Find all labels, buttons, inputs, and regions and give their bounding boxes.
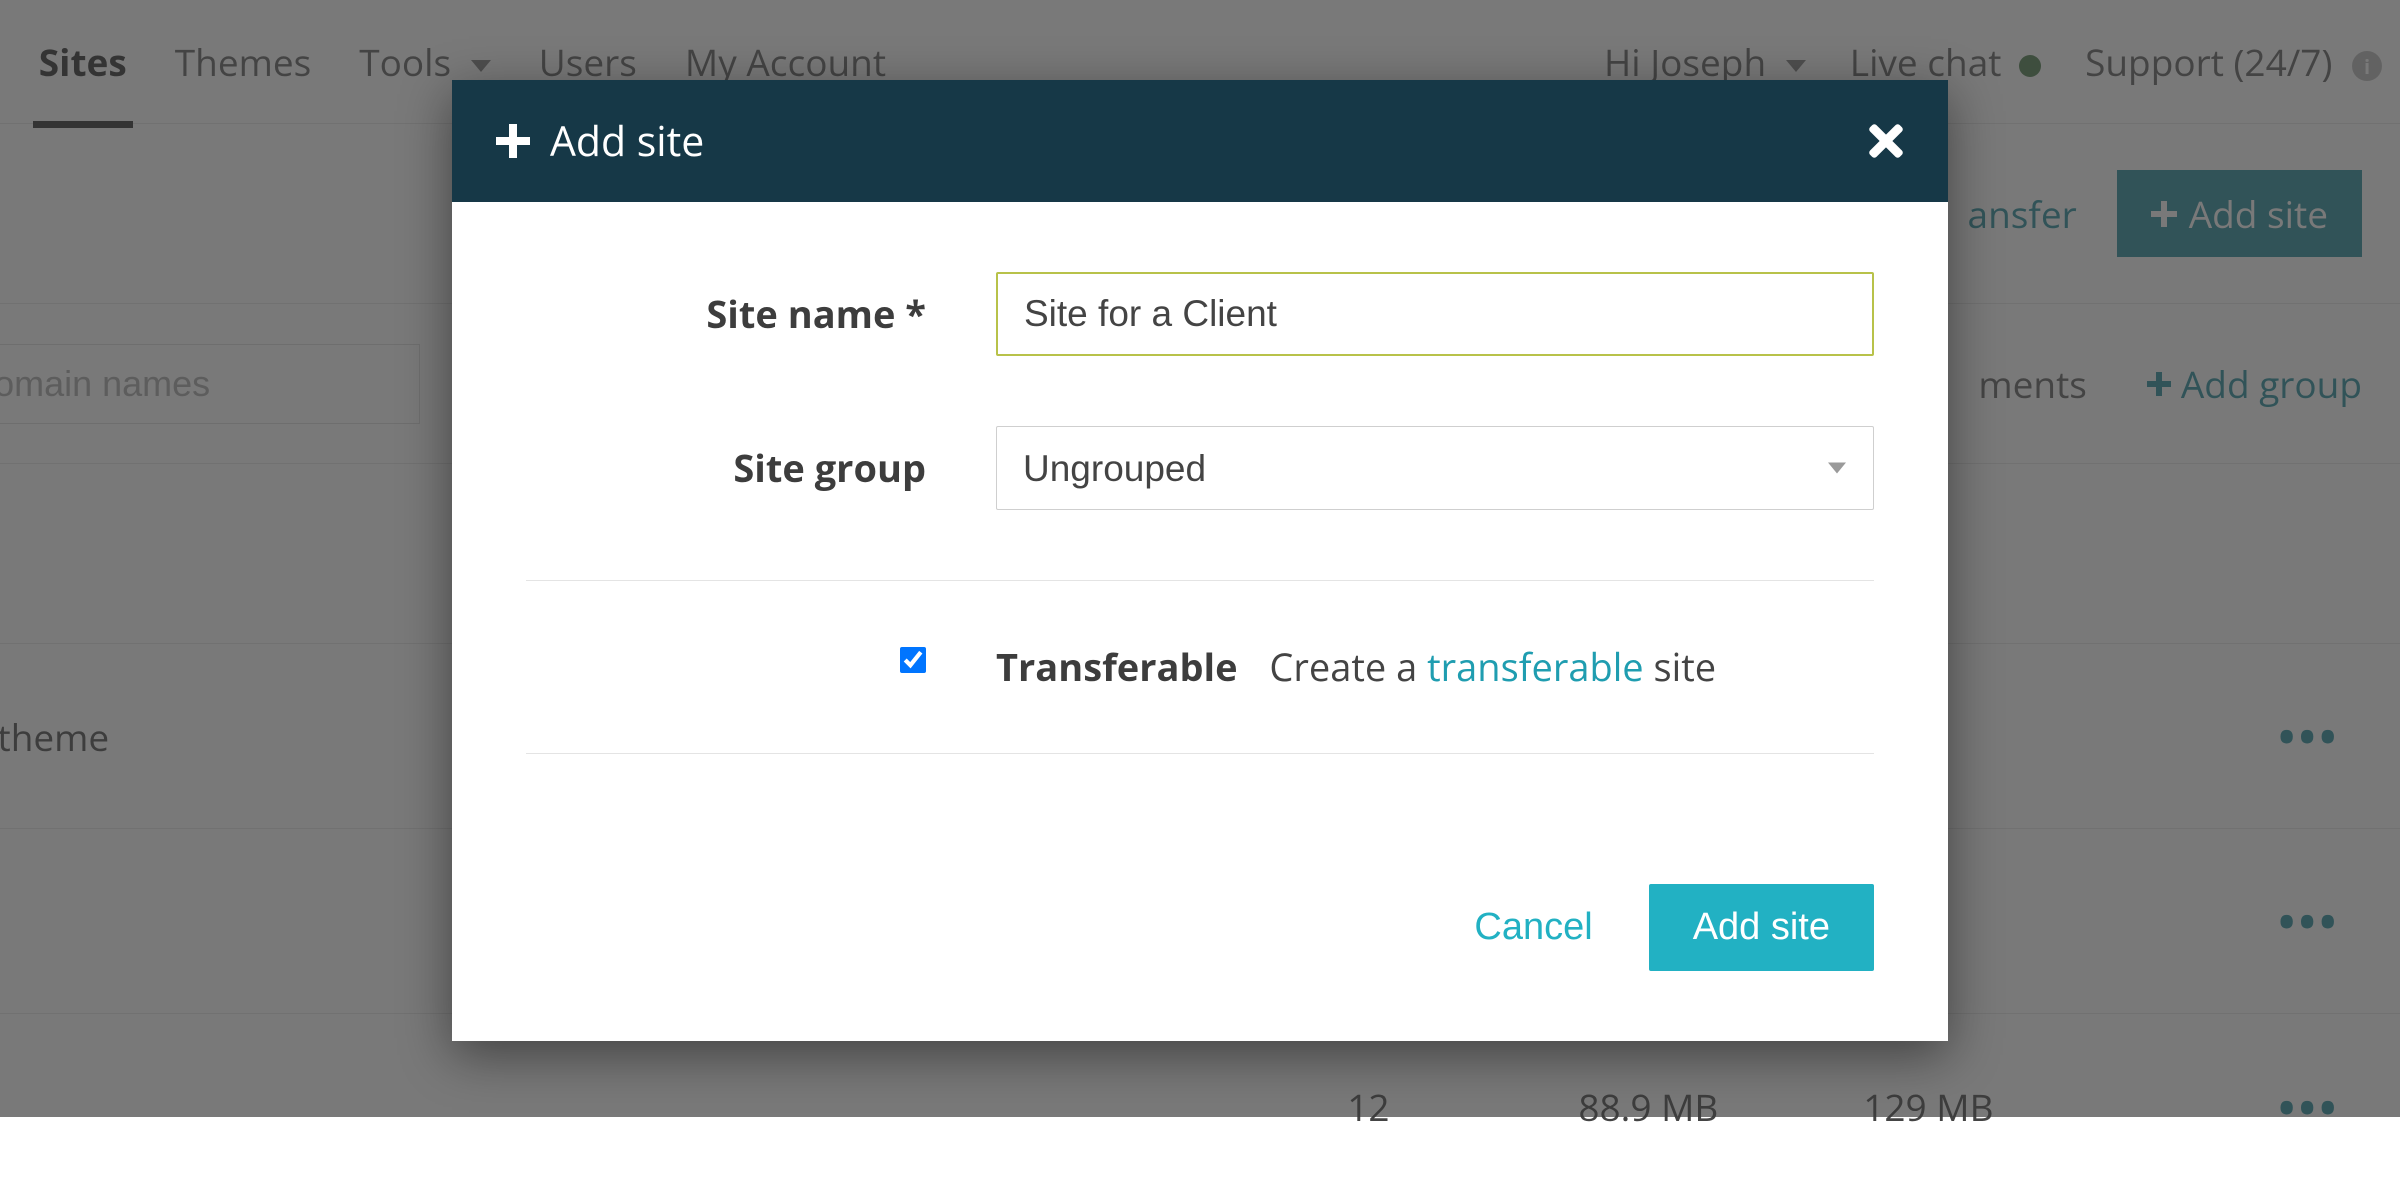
site-name-label: Site name * — [526, 288, 996, 340]
plus-icon — [496, 124, 530, 158]
divider — [526, 753, 1874, 754]
form-row-site-name: Site name * — [526, 272, 1874, 356]
site-group-label: Site group — [526, 442, 996, 494]
modal-footer: Cancel Add site — [452, 854, 1948, 1041]
transferable-post: site — [1644, 641, 1716, 693]
modal-title: Add site — [550, 113, 704, 169]
site-group-select-wrap: Ungrouped — [996, 426, 1874, 510]
transferable-link[interactable]: transferable — [1427, 641, 1644, 693]
close-icon[interactable] — [1868, 123, 1904, 159]
site-group-select[interactable]: Ungrouped — [996, 426, 1874, 510]
site-name-input[interactable] — [996, 272, 1874, 356]
divider — [526, 580, 1874, 581]
modal-body: Site name * Site group Ungrouped — [452, 202, 1948, 854]
transferable-heading: Transferable — [996, 641, 1238, 693]
transferable-text: Transferable Create a transferable site — [996, 641, 1874, 693]
form-row-site-group: Site group Ungrouped — [526, 426, 1874, 510]
cancel-button[interactable]: Cancel — [1474, 906, 1592, 949]
modal-header: Add site — [452, 80, 1948, 202]
form-row-transferable: Transferable Create a transferable site — [526, 641, 1874, 693]
add-site-modal: Add site Site name * Site group Ungroupe… — [452, 80, 1948, 1041]
add-site-submit-button[interactable]: Add site — [1649, 884, 1874, 971]
transferable-checkbox[interactable] — [900, 647, 926, 673]
transferable-pre: Create a — [1269, 641, 1427, 693]
